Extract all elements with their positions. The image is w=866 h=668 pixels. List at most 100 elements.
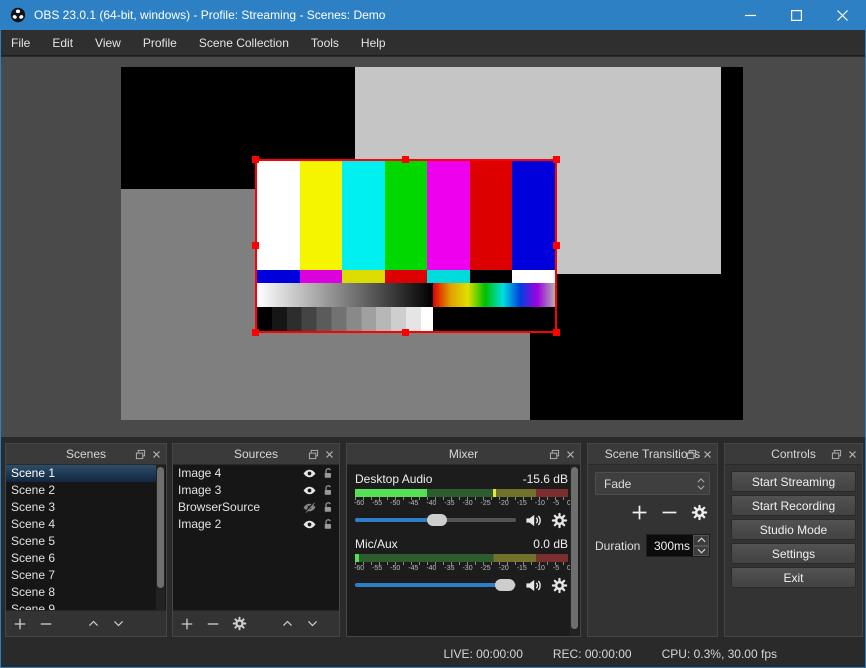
source-list-item[interactable]: Image 4 [173, 465, 339, 482]
scene-up-button[interactable] [87, 617, 100, 630]
visibility-icon[interactable] [302, 518, 317, 531]
transition-properties-gear-icon[interactable] [691, 504, 708, 524]
menu-scene-collection[interactable]: Scene Collection [191, 31, 297, 55]
resize-handle-mid-left[interactable] [252, 242, 259, 249]
volume-slider-handle[interactable] [427, 514, 447, 526]
resize-handle-top-center[interactable] [402, 156, 409, 163]
scene-list-item[interactable]: Scene 4 [6, 516, 156, 533]
add-transition-button[interactable] [631, 504, 648, 524]
lock-icon[interactable] [322, 518, 334, 531]
scene-canvas[interactable] [121, 67, 743, 420]
peak-indicator [493, 489, 496, 497]
speaker-icon[interactable] [524, 512, 543, 529]
close-dock-icon[interactable] [703, 450, 712, 459]
duration-increment-button[interactable] [693, 535, 709, 546]
controls-dock: Controls Start Streaming Start Recording… [724, 443, 863, 637]
transition-select[interactable]: Fade [595, 472, 710, 495]
scene-down-button[interactable] [112, 617, 125, 630]
source-properties-gear-icon[interactable] [232, 616, 247, 631]
scene-list-item[interactable]: Scene 9 [6, 601, 156, 610]
start-recording-button[interactable]: Start Recording [731, 495, 856, 516]
source-up-button[interactable] [281, 617, 294, 630]
transitions-dock-header: Scene Transitions [588, 444, 717, 465]
studio-mode-button[interactable]: Studio Mode [731, 519, 856, 540]
maximize-button[interactable] [773, 0, 819, 30]
scene-list-item[interactable]: Scene 3 [6, 499, 156, 516]
volume-slider-handle[interactable] [495, 579, 515, 591]
source-down-button[interactable] [306, 617, 319, 630]
speaker-icon[interactable] [524, 577, 543, 594]
menu-help[interactable]: Help [353, 31, 394, 55]
scene-list-item[interactable]: Scene 5 [6, 533, 156, 550]
add-scene-button[interactable] [13, 617, 27, 631]
lock-icon[interactable] [322, 467, 334, 480]
menu-edit[interactable]: Edit [44, 31, 81, 55]
resize-handle-mid-right[interactable] [553, 242, 560, 249]
combo-spinner[interactable] [693, 473, 709, 494]
sources-dock: Sources Image 4 Image 3 [172, 443, 340, 637]
resize-handle-bottom-left[interactable] [252, 329, 259, 336]
duration-spinbox[interactable]: 300ms [646, 534, 710, 557]
resize-handle-bottom-center[interactable] [402, 329, 409, 336]
add-source-button[interactable] [180, 617, 194, 631]
scene-list-item[interactable]: Scene 6 [6, 550, 156, 567]
float-dock-icon[interactable] [135, 449, 146, 460]
resize-handle-top-left[interactable] [252, 156, 259, 163]
sources-dock-header: Sources [173, 444, 339, 465]
mixer-scrollbar[interactable] [570, 465, 579, 636]
channel-settings-gear-icon[interactable] [551, 512, 568, 529]
close-dock-icon[interactable] [566, 450, 575, 459]
close-dock-icon[interactable] [325, 450, 334, 459]
scene-list-item[interactable]: Scene 2 [6, 482, 156, 499]
menu-view[interactable]: View [87, 31, 129, 55]
float-dock-icon[interactable] [308, 449, 319, 460]
visibility-icon[interactable] [302, 467, 317, 480]
menu-profile[interactable]: Profile [135, 31, 185, 55]
volume-meter [355, 554, 568, 562]
scene-list-item[interactable]: Scene 1 [6, 465, 156, 482]
float-dock-icon[interactable] [831, 449, 842, 460]
resize-handle-top-right[interactable] [553, 156, 560, 163]
float-dock-icon[interactable] [686, 449, 697, 460]
resize-handle-bottom-right[interactable] [553, 329, 560, 336]
mixer-body: Desktop Audio -15.6 dB -60-55-50-45-40-3… [347, 465, 580, 636]
channel-settings-gear-icon[interactable] [551, 577, 568, 594]
minimize-button[interactable] [727, 0, 773, 30]
transitions-dock: Scene Transitions Fade [587, 443, 718, 637]
menubar: File Edit View Profile Scene Collection … [1, 30, 865, 56]
statusbar: LIVE: 00:00:00 REC: 00:00:00 CPU: 0.3%, … [1, 641, 865, 667]
mixer-dock-header: Mixer [347, 444, 580, 465]
duration-decrement-button[interactable] [693, 546, 709, 557]
close-dock-icon[interactable] [848, 450, 857, 459]
scenes-scrollbar[interactable] [156, 465, 165, 610]
lock-icon[interactable] [322, 501, 334, 514]
obs-logo-icon [10, 7, 26, 23]
scene-list-item[interactable]: Scene 7 [6, 567, 156, 584]
remove-scene-button[interactable] [39, 617, 53, 631]
scene-list-item[interactable]: Scene 8 [6, 584, 156, 601]
settings-button[interactable]: Settings [731, 543, 856, 564]
exit-button[interactable]: Exit [731, 567, 856, 588]
source-list-item[interactable]: Image 2 [173, 516, 339, 533]
rec-time: REC: 00:00:00 [553, 647, 632, 661]
float-dock-icon[interactable] [549, 449, 560, 460]
volume-meter [355, 489, 568, 497]
close-button[interactable] [819, 0, 865, 30]
close-dock-icon[interactable] [152, 450, 161, 459]
volume-slider[interactable] [355, 583, 516, 587]
start-streaming-button[interactable]: Start Streaming [731, 471, 856, 492]
duration-label: Duration [595, 539, 646, 553]
source-list-item[interactable]: BrowserSource [173, 499, 339, 516]
remove-source-button[interactable] [206, 617, 220, 631]
controls-body: Start Streaming Start Recording Studio M… [725, 465, 862, 636]
volume-slider[interactable] [355, 518, 516, 522]
selected-source-colorbars[interactable] [257, 161, 555, 331]
visibility-off-icon[interactable] [302, 501, 317, 514]
duration-value[interactable]: 300ms [647, 535, 693, 556]
lock-icon[interactable] [322, 484, 334, 497]
menu-tools[interactable]: Tools [303, 31, 347, 55]
visibility-icon[interactable] [302, 484, 317, 497]
source-list-item[interactable]: Image 3 [173, 482, 339, 499]
menu-file[interactable]: File [3, 31, 38, 55]
remove-transition-button[interactable] [661, 504, 678, 524]
